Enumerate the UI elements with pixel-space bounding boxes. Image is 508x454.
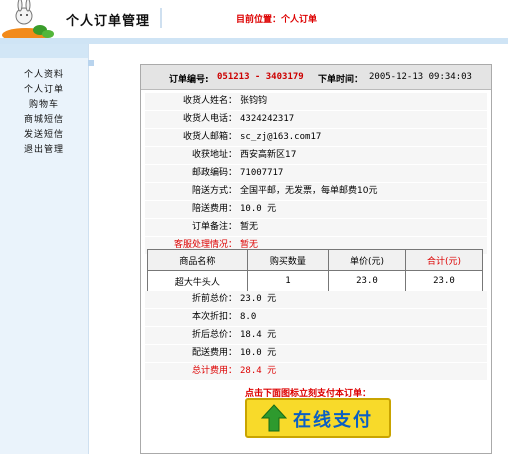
up-arrow-icon	[261, 404, 287, 432]
field-label: 陪送费用：	[191, 204, 237, 214]
total-value: 8.0	[240, 312, 257, 322]
table-row: 超大牛头人 1 23.0 23.0	[147, 270, 484, 292]
online-pay-button[interactable]: 在线支付	[245, 398, 391, 438]
sidebar-item-orders[interactable]: 个人订单	[0, 83, 88, 98]
order-time: 2005-12-13 09:34:03	[369, 72, 472, 82]
breadcrumb: 目前位置：个人订单	[236, 15, 318, 25]
column-header: 合计(元)	[404, 249, 484, 271]
field-value: 全国平邮，无发票，每单邮费10元	[240, 186, 378, 196]
column-header: 商品名称	[147, 249, 248, 271]
title-divider	[160, 8, 162, 28]
table-cell: 超大牛头人	[147, 270, 248, 292]
order-number-label: 订单编号:	[169, 75, 209, 85]
total-row-delivery-fee: 配送费用： 10.0 元	[145, 345, 487, 362]
field-label: 收获地址：	[191, 150, 237, 160]
order-totals: 折前总价： 23.0 元 本次折扣： 8.0 折后总价： 18.4 元 配送费用： 10…	[145, 291, 487, 381]
table-cell: 1	[246, 270, 329, 292]
order-detail-panel: 订单编号: 051213 - 3403179 下单时间： 2005-12-13 …	[140, 64, 492, 454]
field-label: 订单备注：	[191, 222, 237, 232]
field-row-email: 收货人邮箱： sc_zj@163.com17	[145, 129, 487, 146]
total-value: 10.0 元	[240, 348, 277, 358]
field-value: 71007717	[240, 168, 284, 178]
field-value: 4324242317	[240, 114, 295, 124]
sidebar-menu: 个人资料 个人订单 购物车 商城短信 发送短信 退出管理	[0, 68, 88, 158]
total-value: 23.0 元	[240, 294, 277, 304]
field-value: 西安高新区17	[240, 150, 297, 160]
page-title: 个人订单管理	[66, 14, 151, 29]
field-label: 邮政编码：	[191, 168, 237, 178]
column-header: 单价(元)	[327, 249, 406, 271]
total-label: 总计费用：	[191, 366, 237, 376]
field-value: 张钧钧	[240, 96, 268, 106]
total-label: 折后总价：	[191, 330, 237, 340]
table-cell: 23.0	[327, 270, 406, 292]
order-time-label: 下单时间：	[318, 75, 364, 85]
total-row-discount: 本次折扣： 8.0	[145, 309, 487, 326]
order-items-table: 商品名称 购买数量 单价(元) 合计(元) 超大牛头人 1 23.0 23.0	[147, 249, 484, 292]
field-label: 收货人电话：	[182, 114, 237, 124]
total-row-grand-total: 总计费用： 28.4 元	[145, 363, 487, 380]
field-row-remark: 订单备注： 暂无	[145, 219, 487, 236]
field-row-name: 收货人姓名： 张钧钧	[145, 93, 487, 110]
order-fields: 收货人姓名： 张钧钧 收货人电话： 4324242317 收货人邮箱： sc_zj@1…	[145, 93, 487, 255]
field-value: 10.0 元	[240, 204, 277, 214]
field-value: 暂无	[240, 222, 259, 232]
field-label: 陪送方式：	[191, 186, 237, 196]
table-cell: 23.0	[404, 270, 484, 292]
total-label: 本次折扣：	[191, 312, 237, 322]
sidebar-item-logout[interactable]: 退出管理	[0, 143, 88, 158]
total-row-before-discount: 折前总价： 23.0 元	[145, 291, 487, 308]
total-label: 折前总价：	[191, 294, 237, 304]
online-pay-label: 在线支付	[293, 410, 373, 431]
sidebar-item-messages[interactable]: 商城短信	[0, 113, 88, 128]
field-row-address: 收获地址： 西安高新区17	[145, 147, 487, 164]
sidebar-item-profile[interactable]: 个人资料	[0, 68, 88, 83]
field-row-delivery-fee: 陪送费用： 10.0 元	[145, 201, 487, 218]
total-value: 18.4 元	[240, 330, 277, 340]
sidebar-marker	[88, 60, 94, 66]
sidebar-top-bar	[0, 44, 88, 58]
column-header: 购买数量	[246, 249, 329, 271]
header: 个人订单管理 目前位置：个人订单	[0, 0, 508, 44]
field-row-phone: 收货人电话： 4324242317	[145, 111, 487, 128]
field-label: 收货人邮箱：	[182, 132, 237, 142]
order-header: 订单编号: 051213 - 3403179 下单时间： 2005-12-13 …	[141, 65, 491, 90]
total-label: 配送费用：	[191, 348, 237, 358]
order-number: 051213 - 3403179	[217, 72, 304, 82]
sidebar-item-cart[interactable]: 购物车	[0, 98, 88, 113]
total-value: 28.4 元	[240, 366, 277, 376]
sidebar: 个人资料 个人订单 购物车 商城短信 发送短信 退出管理	[0, 44, 89, 454]
table-header-row: 商品名称 购买数量 单价(元) 合计(元)	[147, 249, 484, 271]
field-label: 收货人姓名：	[182, 96, 237, 106]
field-row-delivery-method: 陪送方式： 全国平邮，无发票，每单邮费10元	[145, 183, 487, 200]
total-row-after-discount: 折后总价： 18.4 元	[145, 327, 487, 344]
field-value: sc_zj@163.com17	[240, 132, 322, 142]
field-row-postcode: 邮政编码： 71007717	[145, 165, 487, 182]
sidebar-item-send-message[interactable]: 发送短信	[0, 128, 88, 143]
